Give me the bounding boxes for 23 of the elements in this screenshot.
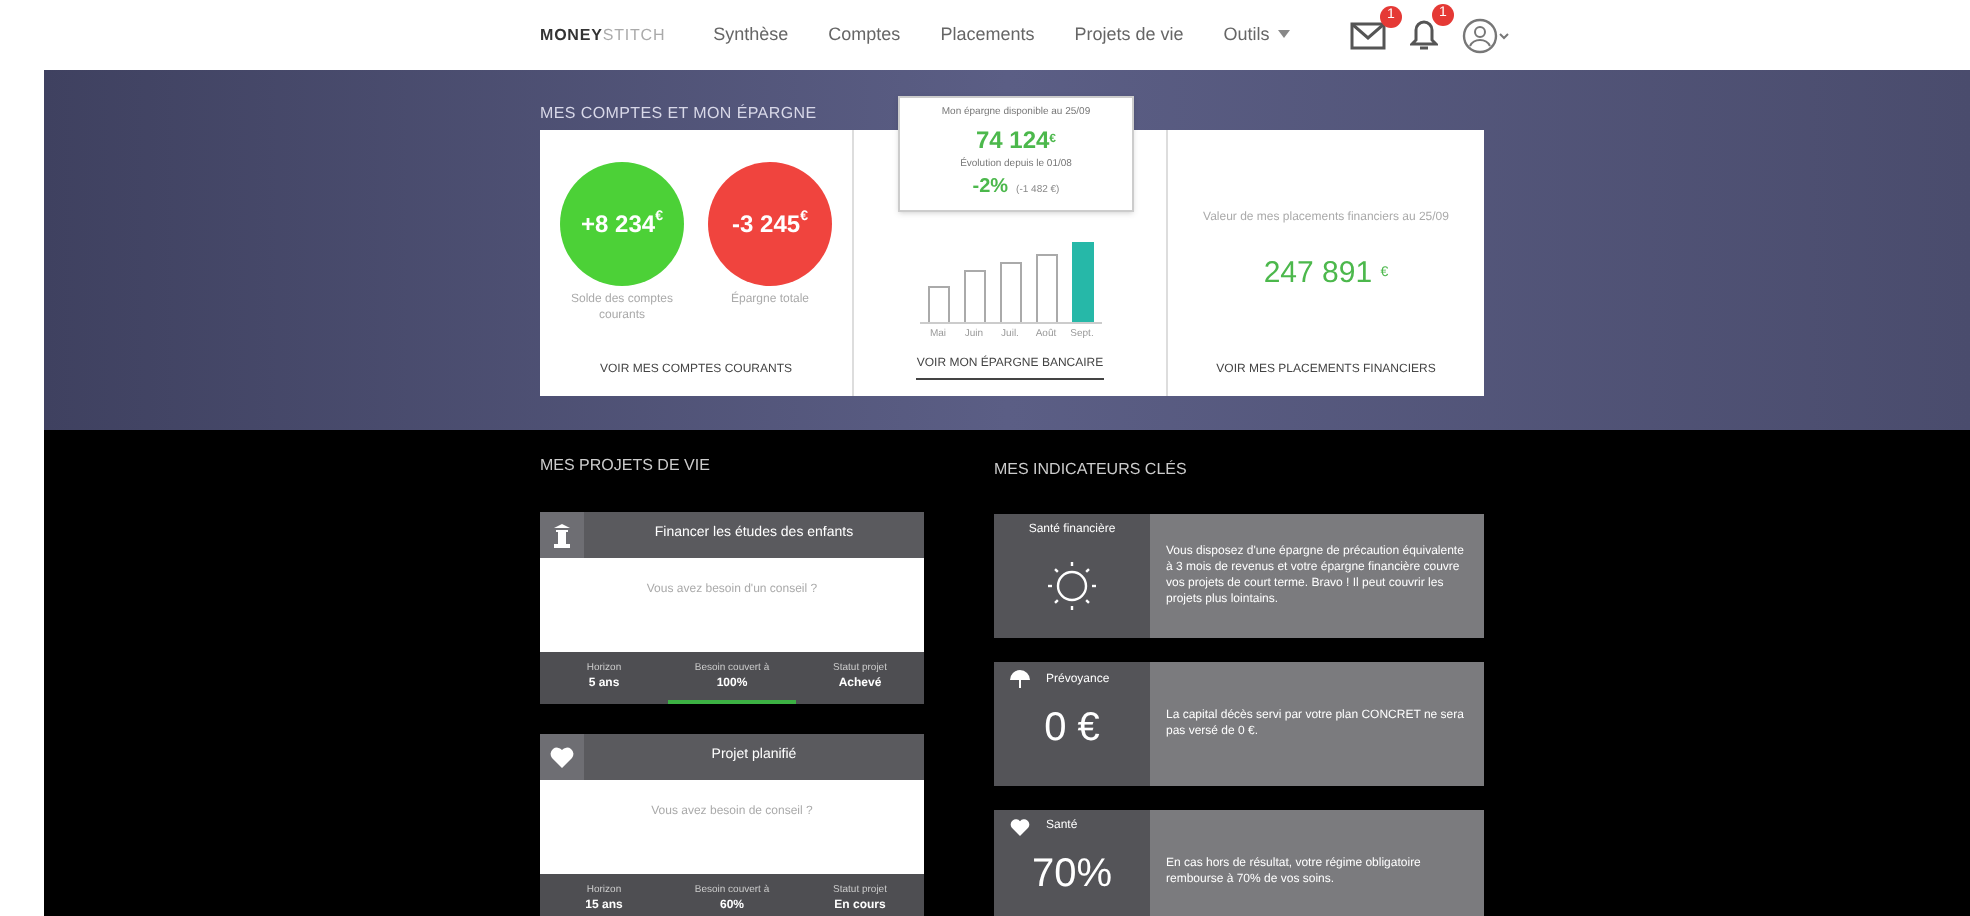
heart-icon [1010,818,1030,836]
bell-icon[interactable] [1410,19,1438,51]
indicator-value: 0 € [1044,704,1100,754]
section-title: MES INDICATEURS CLÉS [994,458,1189,482]
nav-link[interactable]: Outils [1223,21,1290,49]
nav-link[interactable]: Synthèse [713,21,789,49]
user-avatar-icon[interactable] [1462,17,1510,53]
pillar-icon [552,523,572,547]
section-title: MES PROJETS DE VIE [540,454,712,478]
caret-icon [1277,30,1290,39]
sun-icon [1042,556,1102,616]
nav-link[interactable]: Comptes [828,21,901,49]
investments-amount: 247 891 $^{€}$ [1263,254,1389,294]
change-percentage: -2% [972,174,1009,202]
nav-link[interactable]: Projets de vie [1074,21,1184,49]
logo[interactable]: MONEYSTITCH [540,23,666,47]
indicator-value: 70% [1031,850,1113,900]
tooltip-amount: 74 124$^{€}$ [975,123,1057,157]
umbrella-icon [1010,670,1030,690]
heart-icon [550,746,574,768]
nav-link[interactable]: Placements [940,21,1035,49]
section-title: MES COMPTES ET MON ÉPARGNE [540,104,817,122]
mail-icon[interactable] [1350,21,1386,49]
